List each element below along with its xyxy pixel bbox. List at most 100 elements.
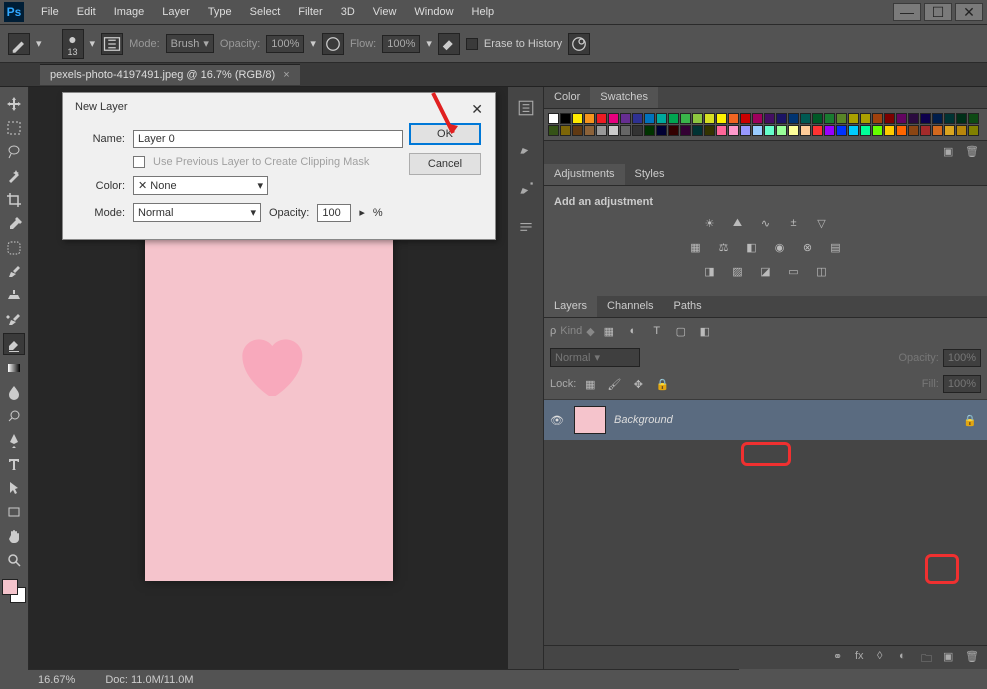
visibility-icon[interactable]: 👁	[550, 414, 566, 427]
layer-thumbnail[interactable]	[574, 406, 606, 434]
filter-smart-icon[interactable]: ◧	[695, 322, 715, 340]
text-tool[interactable]	[3, 453, 25, 475]
menu-file[interactable]: File	[32, 2, 68, 22]
eyedropper-tool[interactable]	[3, 213, 25, 235]
clone-stamp-tool[interactable]	[3, 285, 25, 307]
channels-tab[interactable]: Channels	[597, 296, 663, 317]
swatch[interactable]	[812, 113, 823, 124]
color-lookup-icon[interactable]: ▤	[826, 238, 846, 256]
swatch[interactable]	[692, 125, 703, 136]
swatch[interactable]	[632, 125, 643, 136]
lock-icon[interactable]: 🔒	[959, 409, 981, 431]
document-canvas[interactable]	[145, 235, 393, 581]
swatch[interactable]	[896, 113, 907, 124]
layer-opacity-value[interactable]: 100%	[943, 349, 981, 367]
selective-color-icon[interactable]: ◫	[812, 262, 832, 280]
history-brush-tool[interactable]	[3, 309, 25, 331]
marquee-tool[interactable]	[3, 117, 25, 139]
swatch[interactable]	[548, 125, 559, 136]
healing-brush-tool[interactable]	[3, 237, 25, 259]
document-tab[interactable]: pexels-photo-4197491.jpeg @ 16.7% (RGB/8…	[40, 64, 300, 85]
foreground-background-colors[interactable]	[2, 579, 26, 603]
menu-layer[interactable]: Layer	[153, 2, 199, 22]
new-group-icon[interactable]: 🗀	[921, 650, 937, 666]
rectangle-tool[interactable]	[3, 501, 25, 523]
mode-select[interactable]: Normal▾	[133, 203, 261, 222]
swatch[interactable]	[764, 125, 775, 136]
adjustments-tab[interactable]: Adjustments	[544, 164, 625, 185]
layers-tab[interactable]: Layers	[544, 296, 597, 317]
swatch[interactable]	[788, 113, 799, 124]
swatch[interactable]	[680, 125, 691, 136]
swatch[interactable]	[824, 113, 835, 124]
swatch[interactable]	[728, 125, 739, 136]
swatch[interactable]	[728, 113, 739, 124]
swatch[interactable]	[800, 125, 811, 136]
maximize-button[interactable]: ☐	[924, 3, 952, 21]
levels-icon[interactable]: ⛰	[728, 214, 748, 232]
magic-wand-tool[interactable]	[3, 165, 25, 187]
menu-3d[interactable]: 3D	[332, 2, 364, 22]
brush-preset-picker[interactable]: ● 13	[62, 29, 84, 59]
new-fill-layer-icon[interactable]: ◐	[899, 650, 915, 666]
hue-icon[interactable]: ▦	[686, 238, 706, 256]
filter-shape-icon[interactable]: ▢	[671, 322, 691, 340]
swatch[interactable]	[656, 125, 667, 136]
layer-style-icon[interactable]: fx	[855, 650, 871, 666]
paths-tab[interactable]: Paths	[664, 296, 712, 317]
styles-tab[interactable]: Styles	[625, 164, 675, 185]
swatch[interactable]	[608, 125, 619, 136]
pressure-opacity-icon[interactable]	[322, 33, 344, 55]
swatch[interactable]	[608, 113, 619, 124]
swatch[interactable]	[884, 125, 895, 136]
swatch[interactable]	[968, 113, 979, 124]
vibrance-icon[interactable]: ▽	[812, 214, 832, 232]
lock-transparency-icon[interactable]: ▦	[580, 375, 600, 393]
menu-type[interactable]: Type	[199, 2, 241, 22]
path-selection-tool[interactable]	[3, 477, 25, 499]
hand-tool[interactable]	[3, 525, 25, 547]
menu-select[interactable]: Select	[241, 2, 290, 22]
menu-edit[interactable]: Edit	[68, 2, 105, 22]
swatch[interactable]	[968, 125, 979, 136]
swatch[interactable]	[548, 113, 559, 124]
dialog-opacity-input[interactable]	[317, 204, 351, 222]
swatch[interactable]	[848, 113, 859, 124]
filter-type-icon[interactable]: T	[647, 322, 667, 340]
swatch[interactable]	[776, 125, 787, 136]
swatch[interactable]	[752, 125, 763, 136]
lock-position-icon[interactable]: ✥	[628, 375, 648, 393]
swatch[interactable]	[668, 113, 679, 124]
swatch[interactable]	[716, 113, 727, 124]
lasso-tool[interactable]	[3, 141, 25, 163]
swatch[interactable]	[632, 113, 643, 124]
swatch[interactable]	[740, 113, 751, 124]
ok-button[interactable]: OK	[409, 123, 481, 145]
swatch[interactable]	[860, 125, 871, 136]
pen-tool[interactable]	[3, 429, 25, 451]
close-icon[interactable]: ✕	[471, 101, 483, 118]
swatch[interactable]	[932, 113, 943, 124]
cancel-button[interactable]: Cancel	[409, 153, 481, 175]
move-tool[interactable]	[3, 93, 25, 115]
opacity-input[interactable]: 100%	[266, 35, 304, 53]
layer-row-background[interactable]: 👁 Background 🔒	[544, 400, 987, 440]
swatch[interactable]	[584, 125, 595, 136]
swatch[interactable]	[752, 113, 763, 124]
swatch[interactable]	[776, 113, 787, 124]
swatch[interactable]	[620, 113, 631, 124]
swatch[interactable]	[644, 113, 655, 124]
paragraph-panel-icon[interactable]	[515, 217, 537, 239]
swatch[interactable]	[908, 125, 919, 136]
posterize-icon[interactable]: ▨	[728, 262, 748, 280]
delete-swatch-icon[interactable]: 🗑	[965, 145, 981, 161]
swatch[interactable]	[944, 125, 955, 136]
menu-help[interactable]: Help	[463, 2, 504, 22]
swatch[interactable]	[560, 113, 571, 124]
swatch[interactable]	[956, 125, 967, 136]
invert-icon[interactable]: ◨	[700, 262, 720, 280]
blend-mode-dropdown[interactable]: Normal▾	[550, 348, 640, 367]
swatch[interactable]	[584, 113, 595, 124]
swatch[interactable]	[620, 125, 631, 136]
swatch[interactable]	[572, 113, 583, 124]
